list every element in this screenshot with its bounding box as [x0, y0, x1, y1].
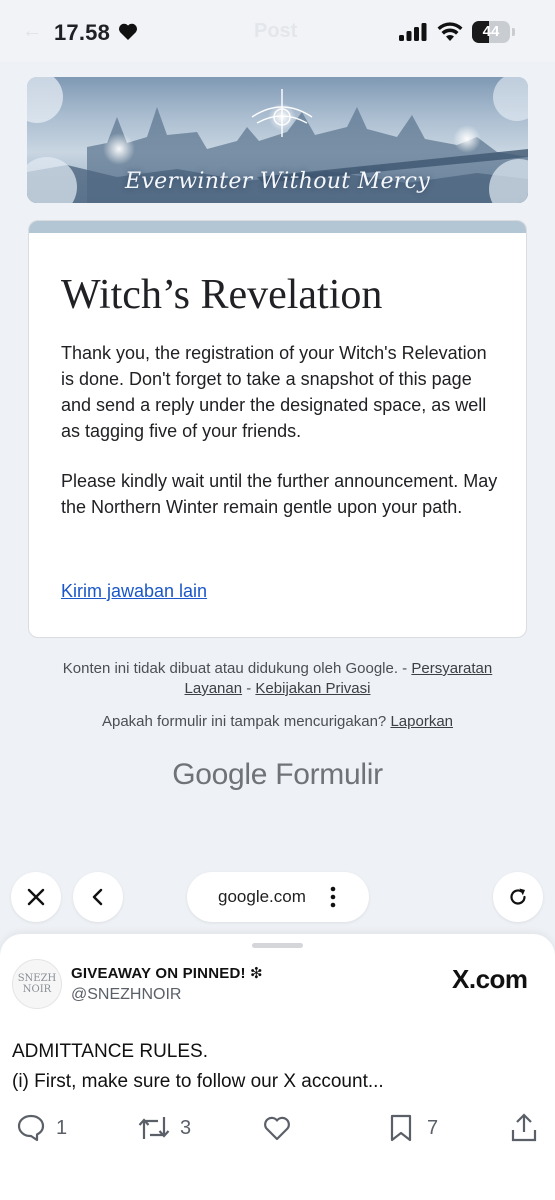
followup-message: Please kindly wait until the further ann…	[61, 471, 498, 517]
separator-text: -	[246, 680, 252, 697]
cellular-signal-icon	[399, 23, 427, 41]
post-line-2: (i) First, make sure to follow our X acc…	[12, 1071, 384, 1092]
report-link[interactable]: Laporkan	[390, 713, 453, 730]
form-header-banner: Everwinter Without Mercy	[27, 77, 528, 203]
bookmark-count: 7	[427, 1117, 439, 1139]
ghost-page-title: Post	[254, 20, 298, 42]
report-abuse-row: Apakah formulir ini tampak mencurigakan?…	[0, 713, 555, 730]
reply-count: 1	[56, 1117, 68, 1139]
form-title: Witch’s Revelation	[61, 272, 383, 318]
heart-icon	[118, 23, 138, 40]
x-logo[interactable]: X.com	[452, 964, 528, 995]
battery-icon: 44	[472, 21, 516, 43]
like-icon	[264, 1116, 290, 1141]
back-button[interactable]	[73, 872, 123, 922]
google-disclaimer: Konten ini tidak dibuat atau didukung ol…	[40, 659, 515, 699]
wifi-icon	[437, 22, 463, 41]
confirmation-card: Witch’s Revelation Thank you, the regist…	[28, 220, 527, 638]
x-post-preview-sheet: SNEZH NOIR GIVEAWAY ON PINNED! ❇ @SNEZHNO…	[0, 934, 555, 1200]
bookmark-icon	[390, 1114, 412, 1142]
repost-icon	[138, 1117, 170, 1139]
suspicious-question: Apakah formulir ini tampak mencurigakan?	[101, 713, 387, 730]
share-icon	[511, 1113, 537, 1142]
banner-caption: Everwinter Without Mercy	[125, 169, 430, 194]
disclaimer-text: Konten ini tidak dibuat atau didukung ol…	[62, 660, 408, 677]
confirmation-message: Thank you, the registration of your Witc…	[61, 343, 487, 441]
battery-percent: 44	[482, 23, 500, 40]
forms-wordmark: Formulir	[275, 758, 383, 791]
url-text: google.com	[218, 887, 306, 906]
repost-count: 3	[180, 1117, 192, 1139]
post-actions-bar: 1 3 7	[0, 1111, 555, 1147]
privacy-link[interactable]: Kebijakan Privasi	[255, 680, 370, 697]
ghost-back-arrow: ←	[22, 20, 42, 42]
card-accent-bar	[29, 221, 526, 233]
address-bar[interactable]: google.com	[187, 872, 369, 922]
close-icon	[27, 888, 45, 906]
reload-icon	[510, 888, 526, 905]
account-name[interactable]: GIVEAWAY ON PINNED! ❇	[71, 964, 263, 982]
back-chevron-icon	[92, 888, 103, 906]
google-forms-logo[interactable]: Google Formulir	[0, 758, 555, 792]
close-browser-button[interactable]	[11, 872, 61, 922]
submit-another-response-link[interactable]: Kirim jawaban lain	[61, 581, 207, 602]
reload-button[interactable]	[493, 872, 543, 922]
more-vertical-icon[interactable]	[330, 885, 336, 909]
reply-icon	[17, 1114, 45, 1142]
status-bar: ← Post 17.58 44	[0, 0, 555, 62]
post-line-1: ADMITTANCE RULES.	[12, 1041, 209, 1062]
avatar[interactable]: SNEZH NOIR	[12, 959, 62, 1009]
avatar-text: SNEZH NOIR	[17, 973, 57, 995]
status-time: 17.58	[54, 20, 111, 45]
google-wordmark: Google	[172, 758, 268, 791]
post-text[interactable]: ADMITTANCE RULES. (i) First, make sure t…	[12, 1037, 384, 1097]
account-handle[interactable]: @SNEZHNOIR	[71, 986, 181, 1004]
sheet-grab-handle[interactable]	[252, 943, 303, 948]
